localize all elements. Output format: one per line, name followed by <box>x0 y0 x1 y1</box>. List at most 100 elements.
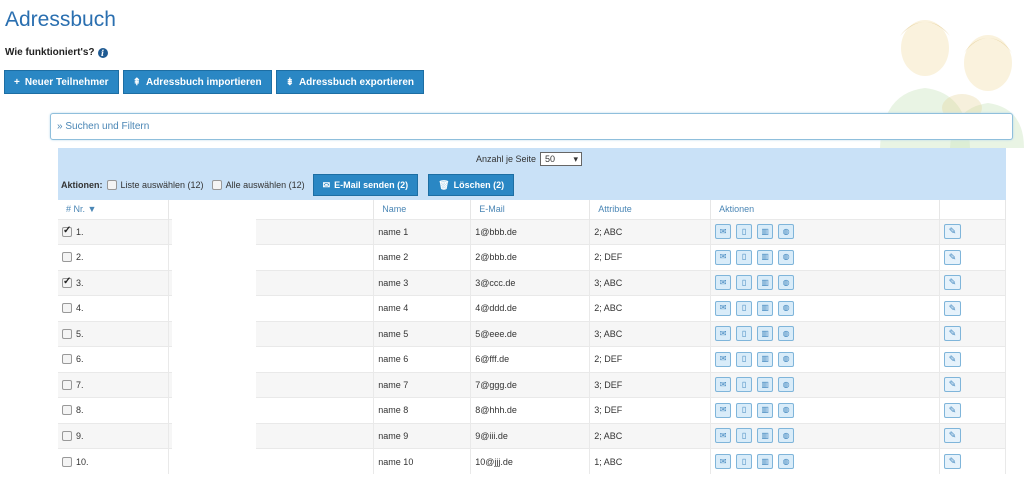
row-checkbox[interactable] <box>62 430 72 441</box>
document-icon[interactable]: ▯ <box>736 351 753 367</box>
mail-icon[interactable]: ✉ <box>715 377 732 393</box>
document-icon[interactable]: ▯ <box>736 326 753 342</box>
trash-icon[interactable]: ▥ <box>757 377 774 393</box>
pencil-icon[interactable]: ✎ <box>943 326 961 342</box>
download-icon: ⇟ <box>285 76 294 88</box>
row-checkbox[interactable] <box>62 328 72 339</box>
comment-icon[interactable]: ◍ <box>778 300 795 316</box>
info-icon[interactable]: i <box>97 47 108 58</box>
row-name: name 5 <box>378 328 409 339</box>
col-nr-header[interactable]: # Nr. ▼ <box>58 200 170 219</box>
attribute-cell: 3; DEF <box>589 397 712 423</box>
document-icon[interactable]: ▯ <box>736 224 753 240</box>
row-attribute: 1; ABC <box>594 456 623 467</box>
actions-cell: ✉ ▯ ▥ ◍ <box>710 295 940 321</box>
document-icon[interactable]: ▯ <box>736 454 753 469</box>
send-email-button[interactable]: ✉ E-Mail senden (2) <box>312 174 419 196</box>
trash-icon[interactable]: ▥ <box>757 402 774 418</box>
plus-icon: + <box>14 76 20 88</box>
trash-icon[interactable]: ▥ <box>757 275 774 291</box>
comment-icon[interactable]: ◍ <box>778 402 795 418</box>
name-cell: name 1 <box>373 218 472 245</box>
pencil-icon[interactable]: ✎ <box>943 351 961 367</box>
row-nr: 6. <box>76 354 84 365</box>
row-name: name 1 <box>378 226 409 237</box>
pencil-icon[interactable]: ✎ <box>943 377 961 393</box>
trash-icon[interactable]: ▥ <box>757 428 774 444</box>
mail-icon[interactable]: ✉ <box>715 402 732 418</box>
mail-icon[interactable]: ✉ <box>715 224 732 240</box>
actions-cell: ✉ ▯ ▥ ◍ <box>710 244 940 270</box>
comment-icon[interactable]: ◍ <box>778 326 795 342</box>
trash-icon[interactable]: ▥ <box>757 249 774 265</box>
mail-icon[interactable]: ✉ <box>715 454 732 469</box>
document-icon[interactable]: ▯ <box>736 300 753 316</box>
mail-icon[interactable]: ✉ <box>715 249 732 265</box>
comment-icon[interactable]: ◍ <box>778 351 795 367</box>
row-checkbox[interactable] <box>62 354 72 365</box>
row-checkbox[interactable] <box>62 303 72 314</box>
per-page-select[interactable]: 50 ▾ <box>540 152 583 166</box>
document-icon[interactable]: ▯ <box>736 249 753 265</box>
row-checkbox[interactable] <box>62 225 72 237</box>
search-filter-toggle[interactable]: » Suchen und Filtern <box>50 113 1013 140</box>
toolbar: + Neuer Teilnehmer ⇞ Adressbuch importie… <box>4 70 424 94</box>
row-checkbox[interactable] <box>62 276 72 288</box>
new-participant-button[interactable]: + Neuer Teilnehmer <box>4 70 119 94</box>
trash-icon[interactable]: ▥ <box>757 351 774 367</box>
document-icon[interactable]: ▯ <box>736 377 753 393</box>
pencil-icon[interactable]: ✎ <box>943 224 961 240</box>
col-attribute-header[interactable]: Attribute <box>589 200 712 219</box>
pencil-icon[interactable]: ✎ <box>943 249 961 265</box>
row-email: 1@bbb.de <box>475 226 517 237</box>
actions-cell: ✉ ▯ ▥ ◍ <box>710 397 940 423</box>
mail-icon[interactable]: ✉ <box>715 326 732 342</box>
row-name: name 8 <box>378 405 409 416</box>
import-addressbook-button[interactable]: ⇞ Adressbuch importieren <box>122 70 272 94</box>
edit-cell: ✎ <box>939 346 1007 372</box>
trash-icon[interactable]: ▥ <box>757 300 774 316</box>
export-addressbook-button[interactable]: ⇟ Adressbuch exportieren <box>275 70 424 94</box>
row-checkbox[interactable] <box>62 405 72 416</box>
name-cell: name 8 <box>373 397 472 423</box>
mail-icon[interactable]: ✉ <box>715 351 732 367</box>
name-cell: name 5 <box>373 320 472 347</box>
trash-icon[interactable]: ▥ <box>757 224 774 240</box>
comment-icon[interactable]: ◍ <box>778 377 795 393</box>
edit-cell: ✎ <box>939 371 1007 398</box>
row-checkbox[interactable] <box>62 379 72 390</box>
pencil-icon[interactable]: ✎ <box>943 428 961 444</box>
col-name-header[interactable]: Name <box>373 200 472 219</box>
select-all-checkbox[interactable] <box>211 180 222 190</box>
pencil-icon[interactable]: ✎ <box>943 454 961 469</box>
document-icon[interactable]: ▯ <box>736 275 753 291</box>
pencil-icon[interactable]: ✎ <box>943 300 961 316</box>
comment-icon[interactable]: ◍ <box>778 224 795 240</box>
row-name: name 3 <box>378 277 409 288</box>
pencil-icon[interactable]: ✎ <box>943 402 961 418</box>
row-nr: 8. <box>76 405 84 416</box>
row-attribute: 3; ABC <box>594 277 623 288</box>
col-email-header[interactable]: E-Mail <box>470 200 591 219</box>
mail-icon[interactable]: ✉ <box>715 428 732 444</box>
row-nr: 3. <box>76 277 84 288</box>
mail-icon[interactable]: ✉ <box>715 275 732 291</box>
comment-icon[interactable]: ◍ <box>778 249 795 265</box>
select-list-checkbox[interactable] <box>106 180 117 190</box>
row-nr: 4. <box>76 303 84 314</box>
comment-icon[interactable]: ◍ <box>778 428 795 444</box>
delete-selected-button[interactable]: 🗑 Löschen (2) <box>428 174 515 196</box>
comment-icon[interactable]: ◍ <box>778 275 795 291</box>
mail-icon[interactable]: ✉ <box>715 300 732 316</box>
document-icon[interactable]: ▯ <box>736 402 753 418</box>
help-link[interactable]: Wie funktioniert's? i <box>5 47 108 58</box>
comment-icon[interactable]: ◍ <box>778 454 795 469</box>
row-checkbox[interactable] <box>62 456 72 467</box>
trash-icon[interactable]: ▥ <box>757 326 774 342</box>
trash-icon[interactable]: ▥ <box>757 454 774 469</box>
document-icon[interactable]: ▯ <box>736 428 753 444</box>
row-email: 9@iii.de <box>475 430 508 441</box>
pencil-icon[interactable]: ✎ <box>943 275 961 291</box>
row-checkbox[interactable] <box>62 252 72 263</box>
edit-cell: ✎ <box>939 269 1007 296</box>
